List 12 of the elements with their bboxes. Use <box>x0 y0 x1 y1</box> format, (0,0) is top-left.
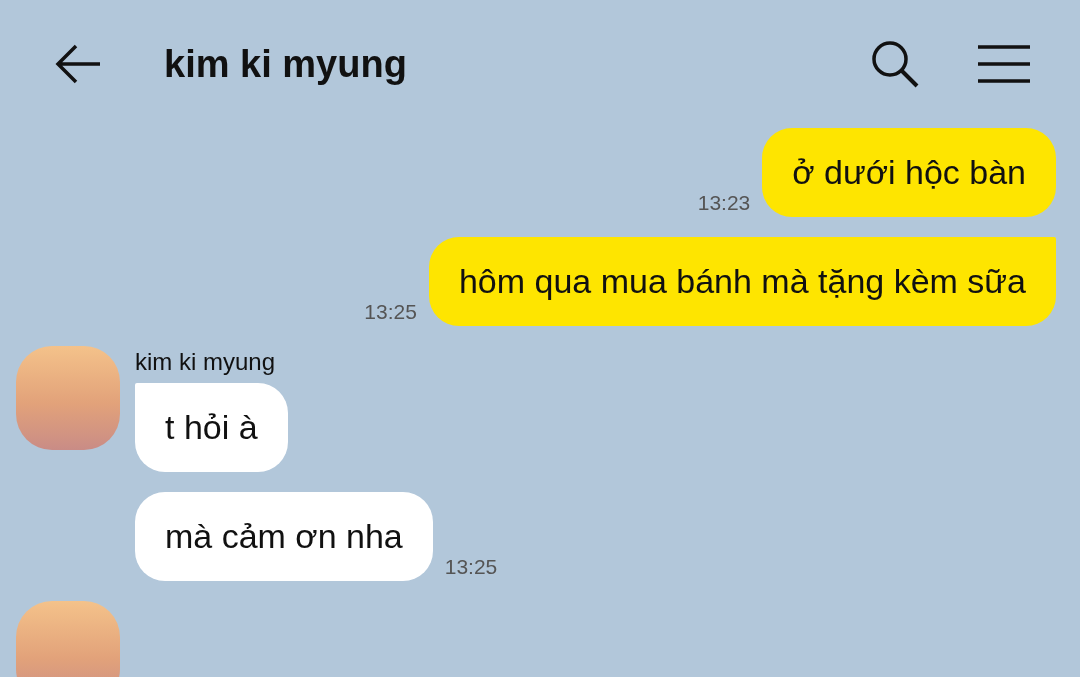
menu-icon[interactable] <box>976 44 1032 84</box>
message-time: 13:25 <box>444 555 498 579</box>
message-bubble: t hỏi à <box>135 383 288 472</box>
search-icon[interactable] <box>870 39 920 89</box>
message-time: 13:25 <box>364 300 417 324</box>
sender-name: kim ki myung <box>135 348 277 376</box>
message-bubble: ở dưới hộc bàn <box>762 128 1056 217</box>
chat-title: kim ki myung <box>164 42 408 86</box>
message-bubble: mà cảm ơn nha <box>135 492 433 581</box>
message-bubble: hôm qua mua bánh mà tặng kèm sữa <box>428 237 1056 326</box>
message-time: 13:23 <box>697 191 751 215</box>
back-button[interactable] <box>54 44 102 84</box>
